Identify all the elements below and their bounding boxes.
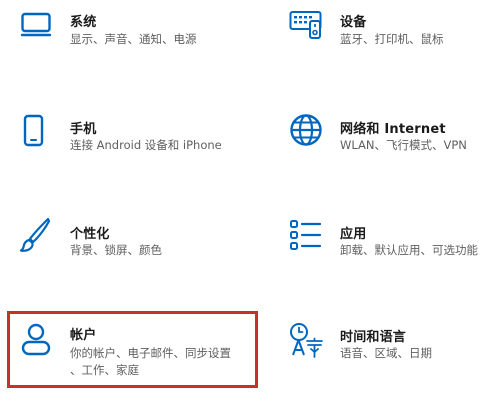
tile-personalization-title: 个性化 xyxy=(70,227,110,242)
monitor-icon xyxy=(20,12,52,37)
tile-network[interactable]: 网络和 Internet WLAN、飞行模式、VPN xyxy=(270,105,496,165)
tile-personalization[interactable]: 个性化 背景、锁屏、颜色 xyxy=(0,210,248,270)
paintbrush-icon xyxy=(19,217,51,252)
selection-highlight xyxy=(7,311,258,388)
tile-time-language-title: 时间和语言 xyxy=(340,330,407,345)
tile-network-title: 网络和 Internet xyxy=(340,122,446,137)
app-list-icon xyxy=(290,220,322,250)
tile-system-desc: 显示、声音、通知、电源 xyxy=(70,32,197,46)
tile-personalization-desc: 背景、锁屏、颜色 xyxy=(70,243,162,257)
tile-network-desc: WLAN、飞行模式、VPN xyxy=(340,138,467,152)
tile-devices[interactable]: 设备 蓝牙、打印机、鼠标 xyxy=(270,0,496,60)
tile-phone-desc: 连接 Android 设备和 iPhone xyxy=(70,138,222,152)
clock-language-icon xyxy=(290,323,323,358)
tile-phone-title: 手机 xyxy=(70,122,97,137)
keyboard-device-icon xyxy=(289,11,322,39)
tile-time-language[interactable]: 时间和语言 语音、区域、日期 xyxy=(270,315,496,375)
tile-system[interactable]: 系统 显示、声音、通知、电源 xyxy=(0,0,248,60)
tile-phone[interactable]: 手机 连接 Android 设备和 iPhone xyxy=(0,105,248,165)
tile-devices-title: 设备 xyxy=(340,15,367,30)
phone-icon xyxy=(23,114,44,147)
tile-devices-desc: 蓝牙、打印机、鼠标 xyxy=(340,32,444,46)
tile-system-title: 系统 xyxy=(70,15,97,30)
tile-time-language-desc: 语音、区域、日期 xyxy=(340,346,432,360)
tile-apps[interactable]: 应用 卸载、默认应用、可选功能 xyxy=(270,210,496,270)
tile-apps-title: 应用 xyxy=(340,227,367,242)
globe-icon xyxy=(290,114,322,146)
tile-apps-desc: 卸载、默认应用、可选功能 xyxy=(340,243,478,257)
